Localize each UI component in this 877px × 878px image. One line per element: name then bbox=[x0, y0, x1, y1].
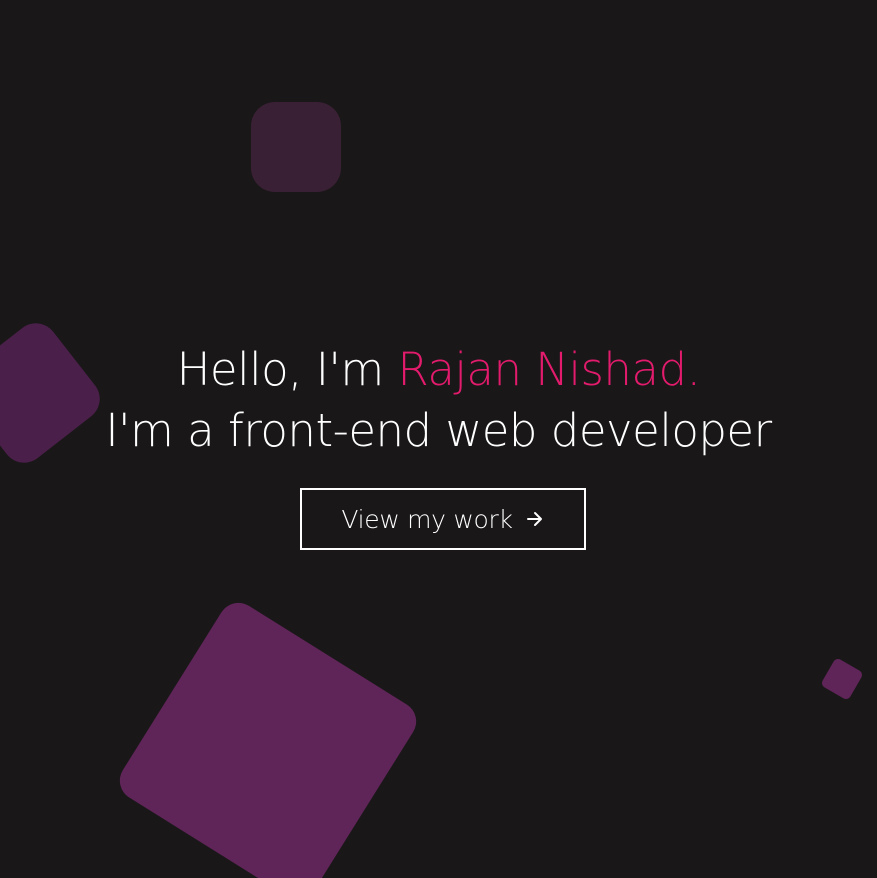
developer-name: Rajan Nishad. bbox=[397, 343, 701, 396]
greeting-line: Hello, I'm Rajan Nishad. bbox=[0, 339, 877, 400]
arrow-right-icon bbox=[525, 509, 545, 529]
greeting-text: Hello, I'm bbox=[176, 343, 398, 396]
view-my-work-button[interactable]: View my work bbox=[300, 488, 586, 550]
hero-headline: Hello, I'm Rajan Nishad. I'm a front-end… bbox=[0, 339, 877, 461]
view-my-work-label: View my work bbox=[341, 504, 513, 534]
hero-section: Hello, I'm Rajan Nishad. I'm a front-end… bbox=[0, 0, 877, 878]
decorative-square-bottom bbox=[112, 595, 424, 878]
decorative-square-small bbox=[820, 657, 864, 701]
tagline: I'm a front-end web developer bbox=[105, 404, 772, 457]
decorative-square-top bbox=[251, 102, 341, 192]
